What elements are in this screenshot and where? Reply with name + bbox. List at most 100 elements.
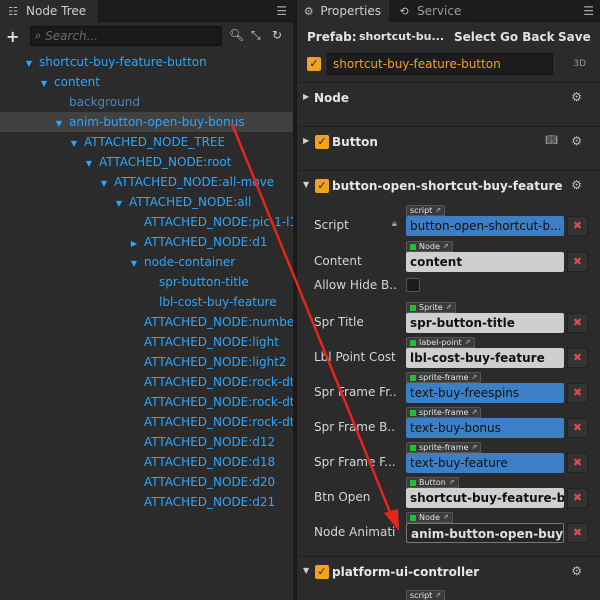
tab-node-tree[interactable]: ☷ Node Tree — [0, 0, 98, 22]
type-dot-icon — [410, 514, 416, 521]
gear-icon[interactable]: ⚙ — [571, 134, 582, 148]
tab-properties[interactable]: ⚙ Properties — [297, 0, 389, 22]
clear-value-icon[interactable]: ✖ — [567, 418, 588, 438]
button-enabled-checkbox[interactable]: ✓ — [315, 135, 329, 149]
search-input[interactable] — [45, 29, 206, 43]
expand-down-icon[interactable]: ▼ — [24, 54, 34, 74]
property-row: Script 🔒︎ script ⇗ button-open-shortcut-b...… — [297, 205, 600, 242]
external-link-icon[interactable]: ⇗ — [471, 373, 477, 382]
separator — [297, 126, 600, 127]
tree-node-label: ATTACHED_NODE:rock-dt3 — [144, 415, 293, 429]
panel-menu-icon[interactable]: ☰ — [583, 4, 594, 18]
external-link-icon[interactable]: ⇗ — [465, 338, 471, 347]
book-icon[interactable]: 📖︎ — [545, 135, 558, 146]
tree-node[interactable]: ATTACHED_NODE:d12 — [0, 432, 293, 452]
tree-node[interactable]: ▼ ATTACHED_NODE:all — [0, 192, 293, 212]
tree-node[interactable]: ▼ ATTACHED_NODE_TREE — [0, 132, 293, 152]
property-value-field[interactable]: text-buy-feature — [406, 453, 564, 473]
section-component[interactable]: ▼ ✓ button-open-shortcut-buy-feature ⚙ — [297, 175, 600, 197]
tree-node-label: ATTACHED_NODE:light — [144, 335, 279, 349]
tree-node[interactable]: ATTACHED_NODE:rock-dt — [0, 372, 293, 392]
select-button[interactable]: Select — [454, 30, 496, 44]
expand-down-icon[interactable]: ▼ — [114, 194, 124, 214]
expand-down-icon[interactable]: ▼ — [84, 154, 94, 174]
section-node[interactable]: ▶ Node ⚙ — [297, 87, 600, 109]
tree-node[interactable]: ATTACHED_NODE:d21 — [0, 492, 293, 512]
tree-node[interactable]: ATTACHED_NODE:light — [0, 332, 293, 352]
tree-node[interactable]: ▼ ATTACHED_NODE:all-move — [0, 172, 293, 192]
component-enabled-checkbox[interactable]: ✓ — [315, 179, 329, 193]
section-platform[interactable]: ▼ ✓ platform-ui-controller ⚙ — [297, 561, 600, 583]
node-name-input[interactable]: shortcut-buy-feature-button — [327, 53, 553, 75]
panel-menu-icon[interactable]: ☰ — [276, 4, 287, 18]
property-label: Allow Hide B... — [314, 278, 396, 292]
property-value-field[interactable]: text-buy-bonus — [406, 418, 564, 438]
tree-node-label: ATTACHED_NODE:d1 — [144, 235, 268, 249]
expand-down-icon[interactable]: ▼ — [39, 74, 49, 94]
gear-icon[interactable]: ⚙ — [571, 564, 582, 578]
property-value-field[interactable]: text-buy-freespins — [406, 383, 564, 403]
collapse-icon[interactable]: ⤡ — [251, 28, 261, 43]
platform-enabled-checkbox[interactable]: ✓ — [315, 565, 329, 579]
clear-value-icon[interactable]: ✖ — [567, 453, 588, 473]
tree-node[interactable]: ATTACHED_NODE:light2 — [0, 352, 293, 372]
tree-node[interactable]: ▼ node-container — [0, 252, 293, 272]
tree-node[interactable]: spr-button-title — [0, 272, 293, 292]
property-type-tag: script ⇗ — [406, 205, 446, 216]
refresh-icon[interactable]: ↻ — [272, 28, 282, 42]
go-back-button[interactable]: Go Back — [500, 30, 555, 44]
clear-value-icon[interactable]: ✖ — [567, 488, 588, 508]
external-link-icon[interactable]: ⇗ — [449, 478, 455, 487]
expand-down-icon[interactable]: ▼ — [54, 114, 64, 134]
clear-value-icon[interactable]: ✖ — [567, 383, 588, 403]
external-link-icon[interactable]: ⇗ — [435, 206, 441, 215]
tree-node[interactable]: ▼ content — [0, 72, 293, 92]
expand-right-icon[interactable]: ▶ — [129, 234, 139, 254]
clear-value-icon[interactable]: ✖ — [567, 216, 588, 236]
tree-node[interactable]: lbl-cost-buy-feature — [0, 292, 293, 312]
add-node-icon[interactable]: + — [6, 27, 24, 46]
tree-node[interactable]: ATTACHED_NODE:rock-dt2 — [0, 392, 293, 412]
property-value-field[interactable]: spr-button-title — [406, 313, 564, 333]
property-value-field[interactable]: anim-button-open-buy-... — [406, 523, 564, 543]
gear-icon[interactable]: ⚙ — [571, 178, 582, 192]
clear-value-icon[interactable]: ✖ — [567, 313, 588, 333]
tree-node[interactable]: ATTACHED_NODE:rock-dt3 — [0, 412, 293, 432]
node-tree-panel: ☷ Node Tree ☰ + ⌕ 🔍︎ ⤡ ↻ ▼ shortcut-buy-f… — [0, 0, 293, 600]
clear-value-icon[interactable]: ✖ — [567, 523, 588, 543]
tree-node[interactable]: ▶ ATTACHED_NODE:d1 — [0, 232, 293, 252]
tab-service[interactable]: ⟲ Service — [391, 0, 471, 22]
external-link-icon[interactable]: ⇗ — [443, 242, 449, 251]
property-value-field[interactable]: lbl-cost-buy-feature — [406, 348, 564, 368]
property-label: Spr Frame F... — [314, 455, 396, 469]
gear-icon: ⚙ — [303, 4, 314, 18]
expand-down-icon[interactable]: ▼ — [99, 174, 109, 194]
clear-value-icon[interactable]: ✖ — [567, 252, 588, 272]
external-link-icon[interactable]: ⇗ — [471, 408, 477, 417]
tree-node[interactable]: ATTACHED_NODE:d20 — [0, 472, 293, 492]
expand-down-icon[interactable]: ▼ — [129, 254, 139, 274]
tree-node[interactable]: ATTACHED_NODE:pic-1-l1 — [0, 212, 293, 232]
tree-node[interactable]: ATTACHED_NODE:d18 — [0, 452, 293, 472]
tree-node[interactable]: ▼ shortcut-buy-feature-button — [0, 52, 293, 72]
external-link-icon[interactable]: ⇗ — [446, 303, 452, 312]
property-value-field[interactable]: shortcut-buy-feature-bu... — [406, 488, 564, 508]
tree-node[interactable]: ATTACHED_NODE:number — [0, 312, 293, 332]
section-button[interactable]: ▶ ✓ Button 📖︎ ⚙ — [297, 131, 600, 153]
search-icon[interactable]: 🔍︎ — [229, 28, 244, 42]
save-button[interactable]: Save — [558, 30, 591, 44]
tree-node[interactable]: background — [0, 92, 293, 112]
3d-toggle[interactable]: 3D — [573, 59, 586, 69]
tree-node[interactable]: ▼ anim-button-open-buy-bonus — [0, 112, 293, 132]
external-link-icon[interactable]: ⇗ — [471, 443, 477, 452]
external-link-icon[interactable]: ⇗ — [443, 513, 449, 522]
search-box[interactable]: ⌕ — [30, 26, 222, 46]
expand-down-icon[interactable]: ▼ — [69, 134, 79, 154]
gear-icon[interactable]: ⚙ — [571, 90, 582, 104]
property-value-field[interactable]: content — [406, 252, 564, 272]
tree-node[interactable]: ▼ ATTACHED_NODE:root — [0, 152, 293, 172]
property-value-field[interactable]: button-open-shortcut-b... — [406, 216, 564, 236]
node-active-checkbox[interactable]: ✓ — [307, 57, 321, 71]
allow-hide-checkbox[interactable] — [406, 278, 420, 292]
clear-value-icon[interactable]: ✖ — [567, 348, 588, 368]
